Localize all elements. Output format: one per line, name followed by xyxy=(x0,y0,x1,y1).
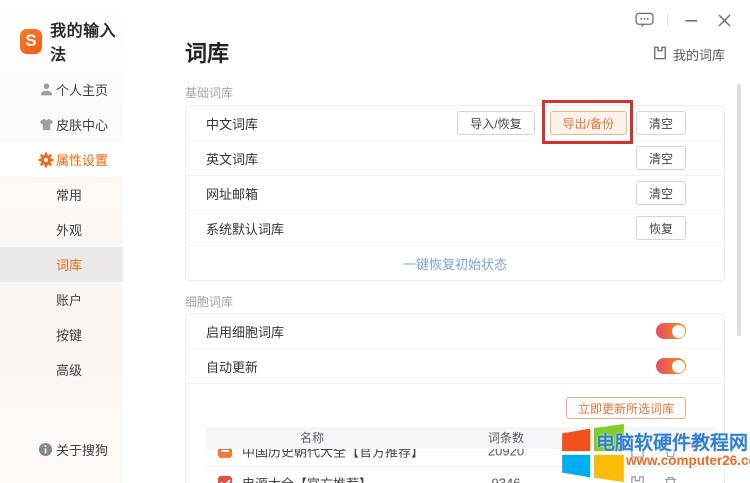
download-icon[interactable] xyxy=(630,475,645,483)
row-label: 中文词库 xyxy=(206,114,258,133)
enable-cell-dict-toggle[interactable] xyxy=(656,323,686,339)
auto-update-toggle[interactable] xyxy=(656,358,686,374)
scrollbar[interactable] xyxy=(737,84,741,336)
info-icon xyxy=(38,442,53,457)
feedback-icon[interactable] xyxy=(634,11,654,29)
toggle-knob xyxy=(672,360,685,373)
sidebar-item-label: 个人主页 xyxy=(56,80,108,99)
dict-entry-count: 9346 xyxy=(466,475,546,483)
bookmark-box-icon xyxy=(653,46,667,63)
my-dictionary-label: 我的词库 xyxy=(673,45,725,64)
name-column-header: 名称 xyxy=(282,427,342,449)
cell-dictionary-table: 名称 词条数 中国历史朝代大全【官方推荐】 20920 xyxy=(206,427,718,483)
basic-section-label: 基础词库 xyxy=(185,84,725,101)
sidebar-item-label: 皮肤中心 xyxy=(56,115,108,134)
update-selected-button[interactable]: 立即更新所选词库 xyxy=(566,397,686,419)
basic-dictionary-card: 中文词库 导入/恢复 导出/备份 清空 英文词库 清空 网址邮箱 xyxy=(185,105,725,281)
sidebar-item-label: 按键 xyxy=(56,325,82,344)
sidebar-item-label: 常用 xyxy=(56,185,82,204)
row-checkbox-checked[interactable] xyxy=(218,476,232,483)
row-auto-update: 自动更新 xyxy=(186,349,724,384)
clear-button[interactable]: 清空 xyxy=(636,111,686,135)
dict-name: 电源大全【官方推荐】 xyxy=(242,473,372,483)
sidebar-item-settings[interactable]: 属性设置 xyxy=(0,142,123,177)
sidebar-item-label: 词库 xyxy=(56,255,82,274)
sidebar-item-advanced[interactable]: 高级 xyxy=(0,352,123,387)
row-label: 英文词库 xyxy=(206,149,258,168)
person-icon xyxy=(38,82,54,98)
sidebar: S 我的输入法 个人主页 皮肤中心 xyxy=(0,0,123,483)
clear-button[interactable]: 清空 xyxy=(636,146,686,170)
delete-icon[interactable] xyxy=(663,475,678,483)
row-label: 网址邮箱 xyxy=(206,184,258,203)
sidebar-item-label: 关于搜狗 xyxy=(56,440,108,459)
sidebar-item-label: 属性设置 xyxy=(56,150,108,169)
my-dictionary-link[interactable]: 我的词库 xyxy=(653,45,725,64)
export-backup-button[interactable]: 导出/备份 xyxy=(550,111,627,135)
minimize-icon[interactable] xyxy=(681,11,701,29)
sidebar-item-appearance[interactable]: 外观 xyxy=(0,212,123,247)
sidebar-item-skin-center[interactable]: 皮肤中心 xyxy=(0,107,123,142)
row-label: 自动更新 xyxy=(206,357,258,376)
sidebar-item-label: 账户 xyxy=(56,290,82,309)
sidebar-item-homepage[interactable]: 个人主页 xyxy=(0,72,123,107)
row-english-dict: 英文词库 清空 xyxy=(186,141,724,176)
row-enable-cell-dict: 启用细胞词库 xyxy=(186,314,724,349)
one-click-reset-link[interactable]: 一键恢复初始状态 xyxy=(403,254,507,273)
shirt-icon xyxy=(38,117,54,133)
row-label: 系统默认词库 xyxy=(206,219,284,238)
toggle-knob xyxy=(672,325,685,338)
reset-link-row: 一键恢复初始状态 xyxy=(186,246,724,280)
app-title: 我的输入法 xyxy=(50,17,123,65)
import-restore-button[interactable]: 导入/恢复 xyxy=(457,111,534,135)
cell-section-label: 细胞词库 xyxy=(185,293,725,310)
gear-icon xyxy=(38,152,54,168)
sidebar-item-common[interactable]: 常用 xyxy=(0,177,123,212)
cell-dictionary-card: 启用细胞词库 自动更新 立即更新所选词库 名称 词条数 中国历史朝代大全【官方推… xyxy=(185,313,725,483)
page-title: 词库 xyxy=(185,36,229,68)
sidebar-item-account[interactable]: 账户 xyxy=(0,282,123,317)
sidebar-item-about[interactable]: 关于搜狗 xyxy=(0,435,123,463)
sidebar-item-label: 高级 xyxy=(56,360,82,379)
table-header: 名称 词条数 xyxy=(206,427,718,449)
sidebar-item-label: 外观 xyxy=(56,220,82,239)
clear-button[interactable]: 清空 xyxy=(636,181,686,205)
window-controls xyxy=(634,11,734,29)
sogou-settings-window: S 我的输入法 个人主页 皮肤中心 xyxy=(0,0,750,483)
app-logo: S 我的输入法 xyxy=(0,0,123,65)
controls-divider xyxy=(667,13,668,27)
sidebar-menu: 个人主页 皮肤中心 xyxy=(0,72,123,387)
sidebar-item-keys[interactable]: 按键 xyxy=(0,317,123,352)
update-button-row: 立即更新所选词库 xyxy=(186,384,724,425)
count-column-header: 词条数 xyxy=(476,427,536,449)
row-label: 启用细胞词库 xyxy=(206,322,284,341)
close-icon[interactable] xyxy=(714,11,734,29)
sogou-logo-icon: S xyxy=(20,29,42,54)
restore-button[interactable]: 恢复 xyxy=(636,216,686,240)
row-chinese-dict: 中文词库 导入/恢复 导出/备份 清空 xyxy=(186,106,724,141)
row-system-default-dict: 系统默认词库 恢复 xyxy=(186,211,724,246)
sidebar-item-dictionary[interactable]: 词库 xyxy=(0,247,123,282)
row-url-email: 网址邮箱 清空 xyxy=(186,176,724,211)
main-content: 词库 我的词库 基础词库 中文词库 导入/恢复 导出/备份 清空 xyxy=(123,0,750,483)
table-row[interactable]: 电源大全【官方推荐】 9346 xyxy=(206,467,718,483)
